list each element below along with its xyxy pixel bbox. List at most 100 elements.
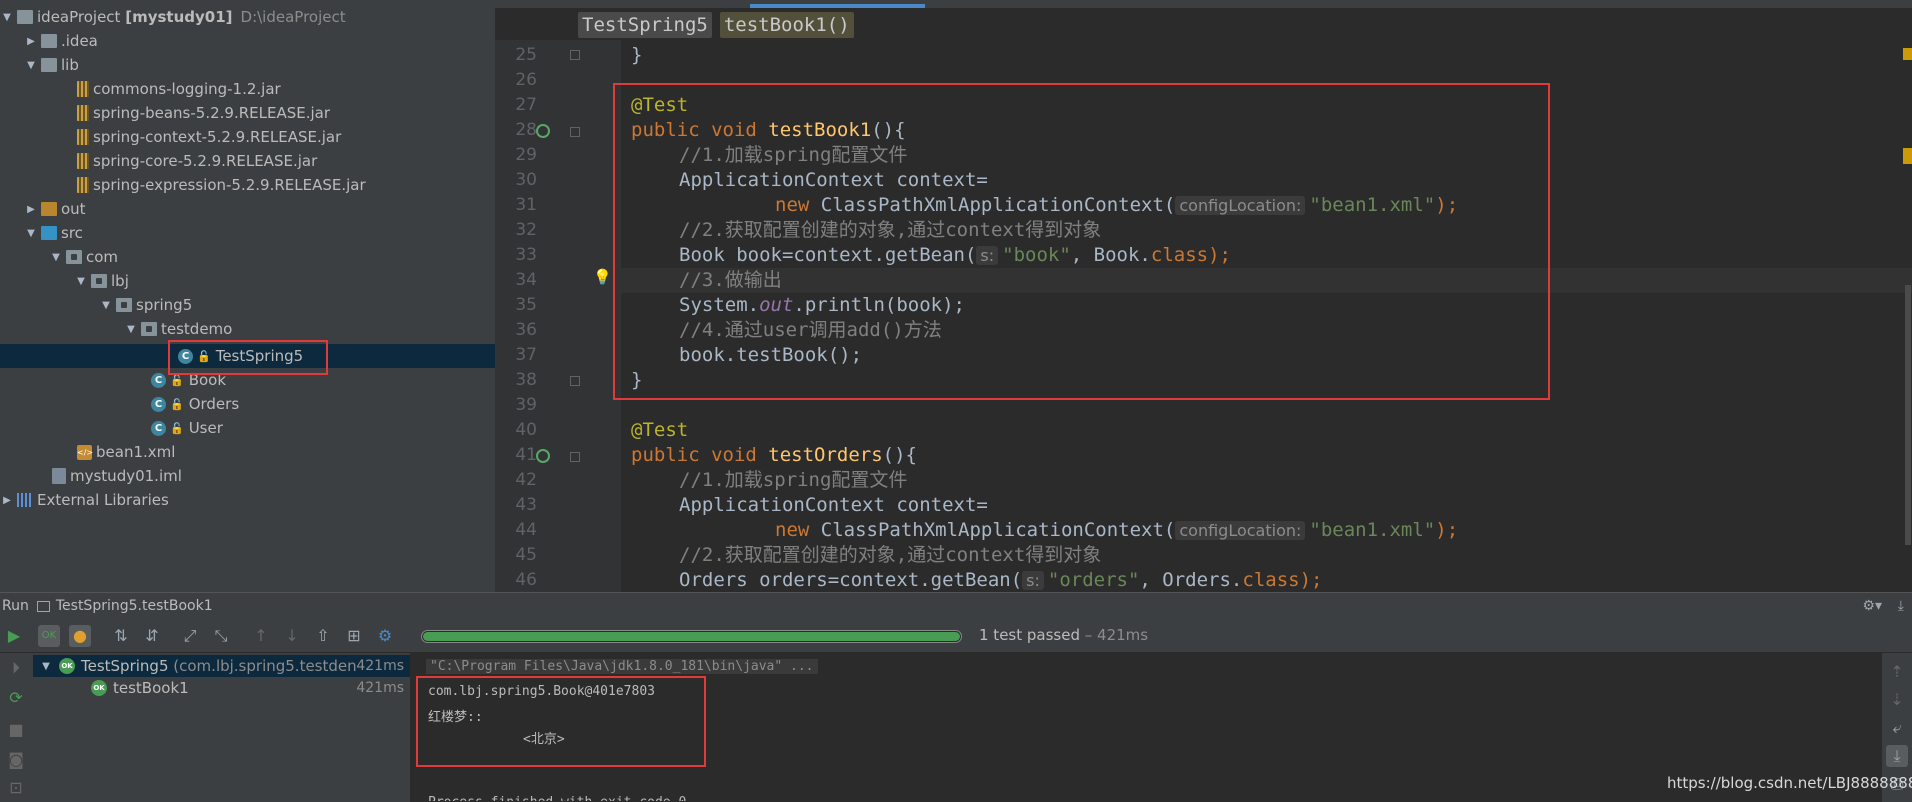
test-suite-row[interactable]: ▼ OK TestSpring5 (com.lbj.spring5.testde… xyxy=(33,655,410,677)
tree-label: spring-context-5.2.9.RELEASE.jar xyxy=(93,128,342,146)
collapse-all-icon[interactable]: ⤡ xyxy=(210,625,232,647)
line-number: 33 xyxy=(515,245,537,265)
fold-marker-icon[interactable] xyxy=(570,127,580,137)
show-ignored-icon[interactable]: ● xyxy=(69,625,91,647)
tree-label: out xyxy=(61,200,86,218)
tree-label: mystudy01.iml xyxy=(70,467,182,485)
tree-row-root[interactable]: ▼ ideaProject [mystudy01] D:\ideaProject xyxy=(0,5,495,29)
chevron-down-icon[interactable]: ▼ xyxy=(24,228,38,239)
rerun-icon[interactable]: ▶ xyxy=(3,625,25,647)
package-icon xyxy=(116,298,132,312)
line-number: 42 xyxy=(515,470,537,490)
warning-mark[interactable] xyxy=(1903,48,1912,60)
run-test-icon[interactable] xyxy=(536,449,550,463)
tree-row-com[interactable]: ▼ com xyxy=(0,245,495,269)
tree-row-iml[interactable]: mystudy01.iml xyxy=(0,464,495,488)
jar-icon xyxy=(77,153,89,169)
tree-row-spring5[interactable]: ▼ spring5 xyxy=(0,293,495,317)
lightbulb-icon[interactable]: 💡 xyxy=(593,268,612,286)
tree-label: bean1.xml xyxy=(96,443,176,461)
sort-alpha-icon[interactable]: ⇅ xyxy=(110,625,132,647)
tree-row-idea[interactable]: ▶ .idea xyxy=(0,29,495,53)
rerun-failed-icon[interactable]: ⟳ xyxy=(5,687,27,709)
code-comment: //1.加载spring配置文件 xyxy=(679,469,908,491)
chevron-down-icon[interactable]: ▼ xyxy=(0,12,14,23)
line-number: 27 xyxy=(515,95,537,115)
tree-row-src[interactable]: ▼ src xyxy=(0,221,495,245)
breadcrumb-method[interactable]: testBook1() xyxy=(719,12,854,38)
tree-row-jar[interactable]: spring-expression-5.2.9.RELEASE.jar xyxy=(0,173,495,197)
export-icon[interactable]: ⇧ xyxy=(312,625,334,647)
tree-row-jar[interactable]: spring-beans-5.2.9.RELEASE.jar xyxy=(0,101,495,125)
warning-mark[interactable] xyxy=(1903,148,1912,164)
debug-icon[interactable]: ⏵ xyxy=(5,657,27,679)
show-passed-icon[interactable]: OK xyxy=(38,625,60,647)
chevron-right-icon[interactable]: ▶ xyxy=(24,204,38,215)
breadcrumb-class[interactable]: TestSpring5 xyxy=(578,12,712,38)
fold-marker-icon[interactable] xyxy=(570,376,580,386)
run-test-icon[interactable] xyxy=(536,124,550,138)
console-line: Process finished with exit code 0 xyxy=(428,795,686,801)
tree-row-external-libraries[interactable]: ▶ External Libraries xyxy=(0,488,495,512)
camera-icon[interactable]: ◙ xyxy=(5,749,27,771)
soft-wrap-icon[interactable]: ⤶ xyxy=(1886,717,1908,739)
chevron-right-icon[interactable]: ▶ xyxy=(24,36,38,47)
tree-row-testdemo[interactable]: ▼ testdemo xyxy=(0,317,495,341)
scroll-down-icon[interactable]: ⇣ xyxy=(1886,689,1908,711)
tree-row-out[interactable]: ▶ out xyxy=(0,197,495,221)
tree-label: src xyxy=(61,224,83,242)
fold-marker-icon[interactable] xyxy=(570,50,580,60)
tree-row-bean1[interactable]: </> bean1.xml xyxy=(0,440,495,464)
console-command[interactable]: "C:\Program Files\Java\jdk1.8.0_181\bin\… xyxy=(426,659,818,674)
scroll-to-end-icon[interactable]: ⤓ xyxy=(1886,745,1908,767)
expand-all-icon[interactable]: ⤢ xyxy=(179,625,201,647)
line-number: 25 xyxy=(515,45,537,65)
libraries-icon xyxy=(17,493,33,507)
tree-row-jar[interactable]: spring-core-5.2.9.RELEASE.jar xyxy=(0,149,495,173)
xml-file-icon: </> xyxy=(77,444,93,460)
test-status: 1 test passed – 421ms xyxy=(979,626,1149,644)
lock-icon: 🔓 xyxy=(170,373,184,387)
stop-icon[interactable]: ■ xyxy=(5,719,27,741)
tree-row-lib[interactable]: ▼ lib xyxy=(0,53,495,77)
tree-row-jar[interactable]: spring-context-5.2.9.RELEASE.jar xyxy=(0,125,495,149)
breadcrumb: TestSpring5 testBook1() xyxy=(578,12,854,38)
settings-icon[interactable]: ⚙ xyxy=(374,625,396,647)
tree-row-lbj[interactable]: ▼ lbj xyxy=(0,269,495,293)
sort-duration-icon[interactable]: ⇵ xyxy=(141,625,163,647)
tree-row-user[interactable]: C 🔓 User xyxy=(0,416,495,440)
lock-icon: 🔓 xyxy=(170,397,184,411)
previous-failed-icon[interactable]: ↑ xyxy=(250,625,272,647)
fold-marker-icon[interactable] xyxy=(570,452,580,462)
scroll-up-icon[interactable]: ⇡ xyxy=(1886,661,1908,683)
run-config-name[interactable]: TestSpring5.testBook1 xyxy=(56,598,213,614)
watermark: https://blog.csdn.net/LBJ8888888 xyxy=(1667,774,1912,792)
chevron-down-icon[interactable]: ▼ xyxy=(74,276,88,287)
gear-icon[interactable]: ⚙▾ xyxy=(1862,598,1882,614)
progress-fill xyxy=(423,632,960,641)
test-progress-bar xyxy=(421,630,962,643)
line-number: 41 xyxy=(515,445,537,465)
chevron-down-icon[interactable]: ▼ xyxy=(99,300,113,311)
chevron-down-icon[interactable]: ▼ xyxy=(49,252,63,263)
pin-icon[interactable]: ⊡ xyxy=(5,777,27,799)
root-path: D:\ideaProject xyxy=(240,8,346,26)
next-failed-icon[interactable]: ↓ xyxy=(281,625,303,647)
tree-row-jar[interactable]: commons-logging-1.2.jar xyxy=(0,77,495,101)
editor-tab-strip[interactable] xyxy=(495,0,1912,8)
chevron-down-icon[interactable]: ▼ xyxy=(39,661,53,672)
jar-icon xyxy=(77,177,89,193)
chevron-down-icon[interactable]: ▼ xyxy=(124,324,138,335)
tree-label: commons-logging-1.2.jar xyxy=(93,80,281,98)
source-folder-icon xyxy=(41,226,57,240)
chevron-right-icon[interactable]: ▶ xyxy=(0,495,14,506)
test-case-row[interactable]: OK testBook1 421ms xyxy=(33,677,410,699)
tree-label: spring-beans-5.2.9.RELEASE.jar xyxy=(93,104,331,122)
run-side-toolbar: ⏵ ⟳ ■ ◙ ⊡ xyxy=(0,653,33,802)
hide-panel-icon[interactable]: ⤓ xyxy=(1898,598,1904,614)
chevron-down-icon[interactable]: ▼ xyxy=(24,60,38,71)
tree-row-orders[interactable]: C 🔓 Orders xyxy=(0,392,495,416)
line-number: 46 xyxy=(515,570,537,590)
import-icon[interactable]: ⊞ xyxy=(343,625,365,647)
editor-scrollbar[interactable] xyxy=(1905,285,1911,545)
